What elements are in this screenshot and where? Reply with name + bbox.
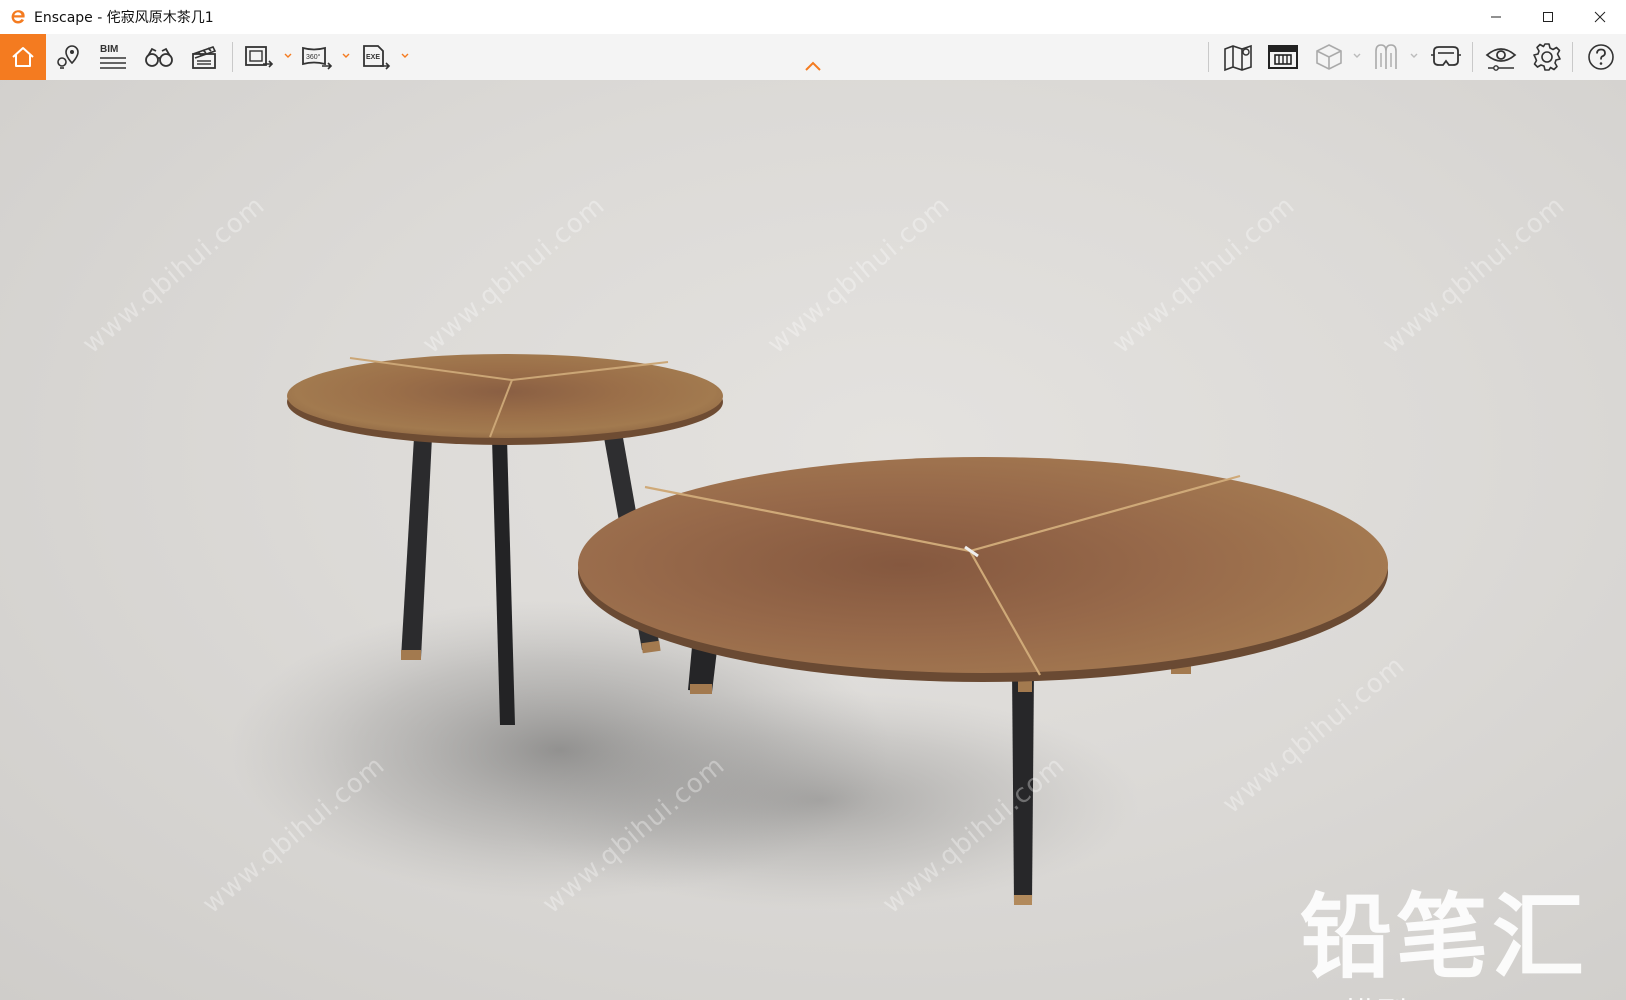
asset-library-button[interactable] — [1265, 39, 1301, 75]
collapse-toolbar-button[interactable] — [801, 56, 825, 76]
walk-mode-button[interactable] — [141, 39, 177, 75]
gear-icon — [1533, 43, 1561, 71]
table-shadow — [500, 690, 1140, 910]
toolbar-separator — [1572, 42, 1573, 72]
clapper-icon — [192, 46, 217, 69]
minimize-icon — [1491, 16, 1501, 18]
small-table-top — [287, 354, 723, 445]
material-dropdown[interactable] — [1351, 48, 1363, 64]
large-table-top — [578, 457, 1388, 682]
render-scene — [230, 354, 1388, 910]
visual-settings-button[interactable] — [1483, 39, 1519, 75]
standalone-export-button[interactable]: EXE — [358, 39, 394, 75]
brand-watermark: 铅笔汇 — [1300, 884, 1589, 991]
toolbar-separator — [1472, 42, 1473, 72]
exe-export-icon: EXE — [363, 45, 391, 70]
settings-button[interactable] — [1529, 39, 1565, 75]
render-viewport[interactable]: www.qbihui.com www.qbihui.com www.qbihui… — [0, 80, 1626, 1000]
maximize-icon — [1543, 12, 1553, 22]
enscape-toolbar: BIM 360° EXE — [0, 34, 1626, 81]
sound-button[interactable] — [1368, 39, 1404, 75]
minimize-button[interactable] — [1470, 0, 1522, 34]
enscape-logo-icon — [11, 10, 25, 24]
sound-dropdown[interactable] — [1408, 48, 1420, 64]
panorama-export-icon: 360° — [302, 46, 333, 70]
home-button[interactable] — [0, 34, 46, 80]
asset-library-icon — [1268, 45, 1298, 69]
title-bar: Enscape - 侘寂风原木茶几1 — [0, 0, 1626, 34]
pin-views-icon — [57, 45, 79, 69]
standalone-dropdown[interactable] — [399, 48, 411, 64]
screenshot-export-icon — [245, 46, 274, 68]
views-button[interactable] — [51, 39, 87, 75]
chevron-up-icon — [805, 61, 821, 71]
toolbar-separator — [1208, 42, 1209, 72]
panorama-button[interactable]: 360° — [299, 39, 335, 75]
chevron-down-icon — [401, 53, 409, 58]
close-button[interactable] — [1574, 0, 1626, 34]
map-icon — [1224, 44, 1252, 72]
screenshot-button[interactable] — [241, 39, 277, 75]
home-icon — [12, 47, 34, 67]
vr-button[interactable] — [1428, 39, 1464, 75]
bim-label: BIM — [100, 44, 118, 55]
maximize-button[interactable] — [1522, 0, 1574, 34]
sound-icon — [1375, 44, 1397, 69]
material-editor-button[interactable] — [1311, 39, 1347, 75]
chevron-down-icon — [1410, 53, 1418, 58]
chevron-down-icon — [1353, 53, 1361, 58]
screenshot-dropdown[interactable] — [282, 48, 294, 64]
cube-icon — [1316, 44, 1342, 70]
map-button[interactable] — [1220, 39, 1256, 75]
toolbar-separator — [232, 42, 233, 72]
bim-button[interactable]: BIM — [95, 39, 131, 75]
vr-headset-icon — [1431, 46, 1461, 66]
panorama-label: 360° — [306, 53, 321, 61]
bim-icon: BIM — [100, 44, 126, 69]
exe-label: EXE — [366, 54, 380, 61]
close-icon — [1594, 11, 1606, 23]
video-editor-button[interactable] — [186, 39, 222, 75]
eye-settings-icon — [1485, 48, 1517, 71]
panorama-dropdown[interactable] — [340, 48, 352, 64]
help-button[interactable] — [1583, 39, 1619, 75]
window-title: Enscape - 侘寂风原木茶几1 — [34, 10, 214, 26]
chevron-down-icon — [284, 53, 292, 58]
chevron-down-icon — [342, 53, 350, 58]
help-icon — [1588, 44, 1614, 70]
binoculars-icon — [145, 47, 173, 67]
